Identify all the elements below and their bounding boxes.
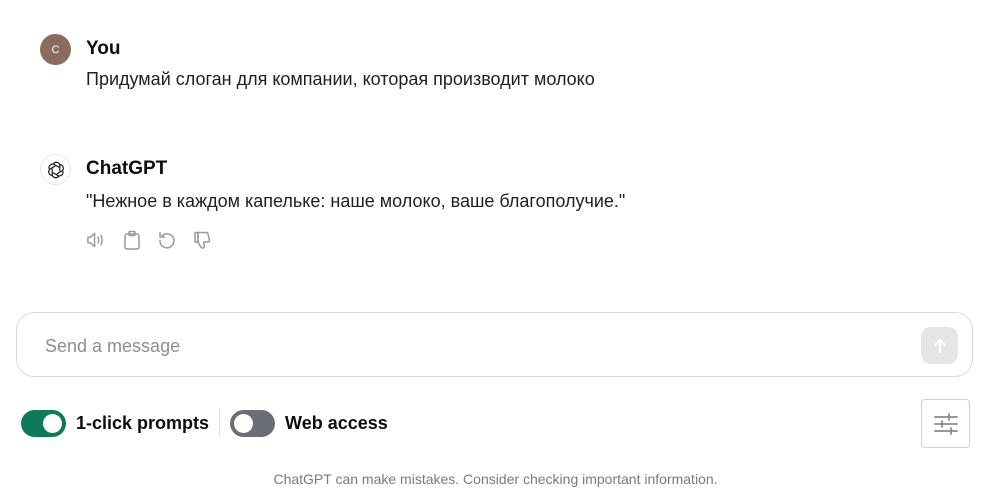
disclaimer-text: ChatGPT can make mistakes. Consider chec… [273,471,718,487]
one-click-prompts-label: 1-click prompts [76,412,210,433]
message-actions [86,229,212,250]
assistant-message-text: "Нежное в каждом капельке: наше молоко, … [86,191,626,211]
assistant-name: ChatGPT [86,158,168,179]
toggles-bar: 1-click prompts Web access [21,409,388,437]
copy-button[interactable] [121,229,142,250]
speaker-icon [87,232,103,247]
toggle-divider [219,409,221,437]
send-button[interactable] [921,327,958,364]
message-input[interactable] [45,333,905,359]
arrow-up-icon [933,338,946,353]
web-access-label: Web access [285,412,388,433]
toggle-knob [43,413,62,433]
message-composer [16,312,973,377]
user-message-text: Придумай слоган для компании, которая пр… [86,69,595,89]
sliders-icon [933,412,958,435]
clipboard-icon [123,230,140,250]
user-name: You [86,38,121,59]
bad-response-button[interactable] [191,229,212,250]
thumbs-down-icon [193,231,210,249]
regenerate-button[interactable] [156,229,177,250]
regenerate-icon [158,231,175,249]
one-click-prompts-toggle[interactable] [21,409,66,437]
chatgpt-logo-icon [40,154,71,185]
read-aloud-button[interactable] [86,229,107,250]
user-avatar: C [40,34,71,65]
toggle-knob [234,413,254,433]
settings-button[interactable] [921,399,970,448]
user-avatar-letter: C [51,43,60,56]
web-access-toggle[interactable] [230,409,276,437]
